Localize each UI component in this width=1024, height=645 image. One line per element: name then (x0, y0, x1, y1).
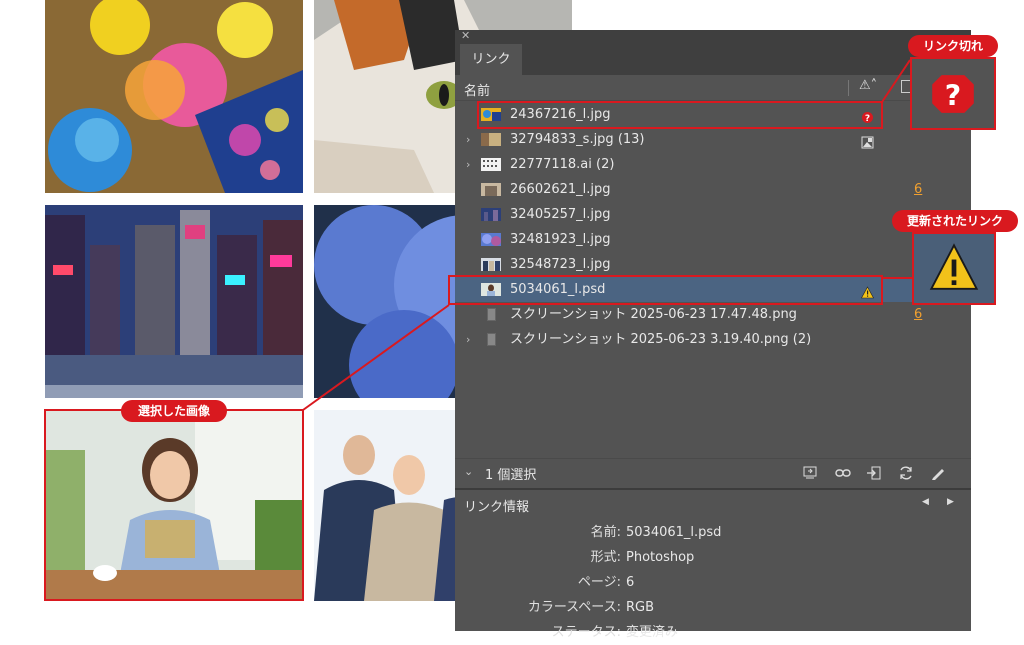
thumbnail-icon (481, 308, 501, 321)
selected-image-callout: 選択した画像 (121, 400, 227, 422)
thumbnail-icon (481, 158, 501, 171)
thumbnail-icon (481, 208, 501, 221)
info-row: カラースペース: RGB (527, 600, 655, 615)
thumbnail-icon (481, 183, 501, 196)
link-info-list: 名前: 5034061_l.psd 形式: Photoshop ページ: 6 カラース… (455, 520, 971, 645)
column-name-header[interactable]: 名前 (464, 80, 490, 99)
page-link[interactable]: 6 (914, 177, 922, 202)
close-icon[interactable]: ✕ (461, 29, 470, 42)
link-row[interactable]: 26602621_l.jpg 6 (455, 177, 930, 202)
link-row[interactable]: › 32794833_s.jpg (13) (455, 127, 930, 152)
link-row[interactable]: 32548723_l.jpg (455, 252, 930, 277)
panel-title-bar: ✕ (455, 29, 971, 44)
photo-lanterns (45, 0, 303, 193)
link-row[interactable]: › スクリーンショット 2025-06-23 3.19.40.png (2) (455, 327, 930, 352)
column-header: 名前 ⚠˄ (455, 76, 971, 101)
info-row: ページ: 6 (577, 575, 635, 590)
modified-link-highlight (448, 275, 883, 305)
edit-original-icon[interactable] (930, 465, 946, 481)
links-list: 24367216_l.jpg ? › 32794833_s.jpg (13) ›… (455, 102, 930, 352)
selected-image-highlight (44, 409, 304, 601)
previous-link-icon[interactable]: ◀ (922, 497, 929, 507)
missing-link-callout: リンク切れ (908, 35, 998, 57)
next-link-icon[interactable]: ▶ (947, 497, 954, 507)
info-row: 名前: 5034061_l.psd (590, 525, 722, 540)
go-to-link-icon[interactable] (866, 465, 882, 481)
page-link[interactable]: 6 (914, 302, 922, 327)
link-info-title: リンク情報 (464, 500, 530, 515)
chevron-down-icon[interactable]: ⌄ (464, 465, 473, 478)
info-row: 形式: Photoshop (590, 550, 695, 565)
link-row[interactable]: 32405257_l.jpg (455, 202, 930, 227)
status-sort-warning-icon[interactable]: ⚠˄ (859, 78, 877, 93)
link-row[interactable]: スクリーンショット 2025-06-23 17.47.48.png 6 (455, 302, 930, 327)
photo-city (45, 205, 303, 398)
selection-count: 1 個選択 (485, 468, 537, 483)
column-separator (848, 80, 849, 96)
tab-links[interactable]: リンク (460, 44, 522, 75)
modified-link-callout-icon (912, 232, 996, 305)
missing-link-highlight (477, 101, 883, 129)
embedded-link-icon (861, 133, 874, 149)
chevron-right-icon[interactable]: › (466, 152, 470, 177)
thumbnail-icon (481, 233, 501, 246)
info-row: ステータス: 変更済み (551, 625, 679, 640)
selection-bar: ⌄ 1 個選択 (455, 458, 971, 487)
link-info-header: リンク情報 ◀ ▶ (455, 492, 971, 516)
chevron-right-icon[interactable]: › (466, 327, 470, 352)
thumbnail-icon (481, 258, 501, 271)
panel-tab-strip: リンク (455, 44, 971, 75)
missing-link-callout-icon: ? (910, 57, 996, 130)
relink-from-cc-icon[interactable] (802, 465, 818, 481)
divider (455, 488, 971, 490)
chevron-right-icon[interactable]: › (466, 127, 470, 152)
update-link-icon[interactable] (898, 465, 914, 481)
link-row[interactable]: › 22777118.ai (2) (455, 152, 930, 177)
relink-icon[interactable] (835, 465, 851, 481)
link-row[interactable]: 32481923_l.jpg (455, 227, 930, 252)
svg-text:?: ? (945, 79, 961, 112)
thumbnail-icon (481, 333, 501, 346)
thumbnail-icon (481, 133, 501, 146)
modified-link-callout: 更新されたリンク (892, 210, 1018, 232)
